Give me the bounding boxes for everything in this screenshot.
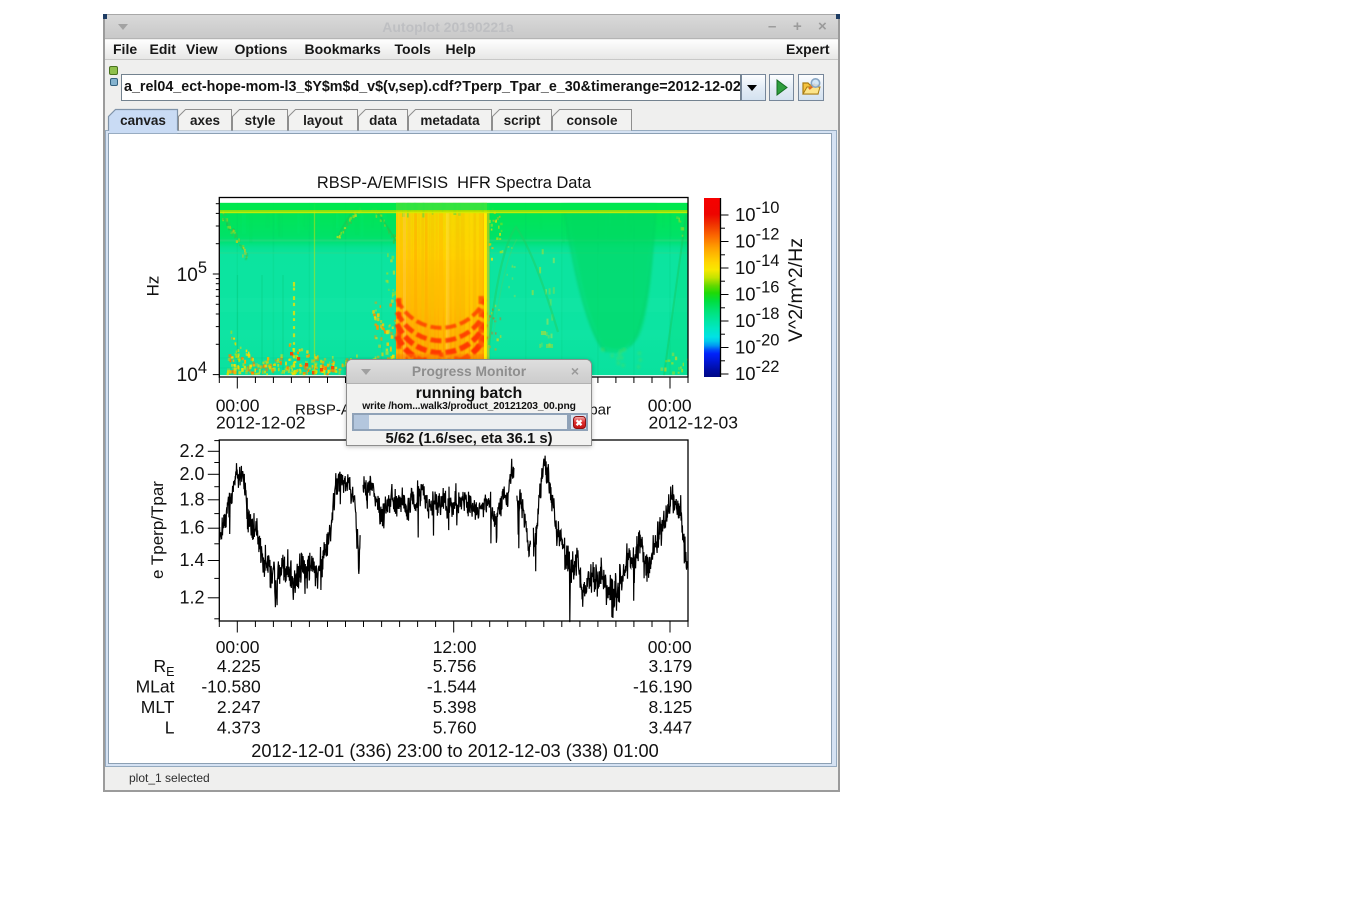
svg-text:e Tperp/Tpar: e Tperp/Tpar: [148, 481, 167, 579]
svg-text:Hz: Hz: [144, 276, 163, 297]
svg-text:1.4: 1.4: [179, 550, 204, 570]
svg-text:3.179: 3.179: [649, 656, 693, 676]
svg-text:3.447: 3.447: [649, 718, 693, 738]
svg-text:2.2: 2.2: [179, 441, 204, 461]
svg-text:-16.190: -16.190: [633, 677, 693, 697]
svg-text:-10.580: -10.580: [201, 677, 261, 697]
svg-text:canvas: canvas: [120, 113, 166, 128]
svg-text:axes: axes: [190, 113, 220, 128]
svg-text:1.8: 1.8: [179, 489, 204, 509]
svg-text:5.760: 5.760: [433, 718, 477, 738]
svg-text:2012-12-01 (336) 23:00 to 2012: 2012-12-01 (336) 23:00 to 2012-12-03 (33…: [251, 741, 659, 761]
svg-text:00:00: 00:00: [648, 637, 692, 657]
svg-text:V^2/m^2/Hz: V^2/m^2/Hz: [785, 238, 807, 342]
svg-text:2012-12-03: 2012-12-03: [648, 413, 738, 433]
svg-text:2.247: 2.247: [217, 697, 261, 717]
svg-text:5.398: 5.398: [433, 697, 477, 717]
svg-text:2.0: 2.0: [179, 464, 204, 484]
svg-text:4.373: 4.373: [217, 718, 261, 738]
svg-text:1.2: 1.2: [179, 587, 204, 607]
svg-text:data: data: [369, 113, 397, 128]
svg-text:8.125: 8.125: [649, 697, 693, 717]
svg-text:RBSP-A/EMFISIS HFR Spectra Da: RBSP-A/EMFISIS HFR Spectra Data: [317, 174, 592, 192]
svg-text:L: L: [165, 718, 175, 738]
svg-text:2012-12-02: 2012-12-02: [216, 413, 306, 433]
svg-text:5.756: 5.756: [433, 656, 477, 676]
svg-text:1.6: 1.6: [179, 518, 204, 538]
svg-text:MLT: MLT: [141, 697, 175, 717]
svg-text:12:00: 12:00: [433, 637, 477, 657]
svg-text:metadata: metadata: [420, 113, 480, 128]
svg-text:style: style: [245, 113, 276, 128]
svg-text:script: script: [504, 113, 541, 128]
svg-text:4.225: 4.225: [217, 656, 261, 676]
svg-text:MLat: MLat: [136, 677, 175, 697]
svg-text:00:00: 00:00: [216, 637, 260, 657]
svg-text:layout: layout: [303, 113, 343, 128]
svg-text:-1.544: -1.544: [427, 677, 477, 697]
svg-text:console: console: [566, 113, 618, 128]
